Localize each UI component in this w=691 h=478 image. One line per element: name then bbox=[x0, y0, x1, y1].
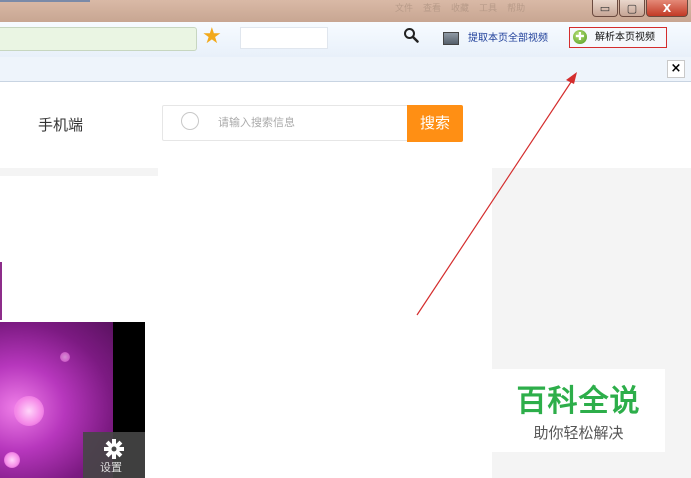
watermark-subtitle: 助你轻松解决 bbox=[533, 424, 624, 442]
watermark-logo: 百科全说 助你轻松解决 bbox=[492, 369, 665, 452]
watermark-title: 百科全说 bbox=[516, 384, 641, 419]
